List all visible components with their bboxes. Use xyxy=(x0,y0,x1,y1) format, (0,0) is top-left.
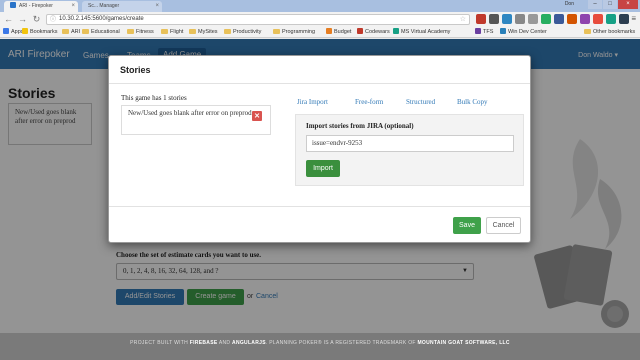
apps-icon xyxy=(3,28,9,34)
bookmark-folder[interactable]: MySites xyxy=(189,28,218,37)
modal-title: Stories xyxy=(120,65,151,75)
extension-icon[interactable] xyxy=(502,14,512,24)
tab-close-icon[interactable]: × xyxy=(71,1,75,12)
mountain-goat-link[interactable]: MOUNTAIN GOAT SOFTWARE, LLC xyxy=(417,340,509,346)
minimize-icon[interactable]: – xyxy=(588,0,602,9)
extension-icon[interactable] xyxy=(619,14,629,24)
bookmark-folder[interactable]: Flight xyxy=(161,28,183,37)
cancel-button[interactable]: Cancel xyxy=(486,217,521,234)
extension-icon[interactable] xyxy=(580,14,590,24)
extension-icon[interactable] xyxy=(554,14,564,24)
folder-icon xyxy=(62,29,69,34)
stories-modal: Stories This game has 1 stories New/Used… xyxy=(108,55,531,243)
folder-icon xyxy=(189,29,196,34)
bookmark-star-icon[interactable]: ☆ xyxy=(460,15,466,24)
import-button[interactable]: Import xyxy=(306,160,340,177)
site-icon xyxy=(357,28,363,34)
browser-tabstrip: ARI - Firepoker × Sc... Manager × Don – … xyxy=(0,0,640,12)
tab-bulk-copy[interactable]: Bulk Copy xyxy=(457,98,488,106)
browser-toolbar: ← → ↻ ⓘ 10.30.2.145:5600/games/create ☆ … xyxy=(0,12,640,27)
delete-icon[interactable]: ✕ xyxy=(252,111,262,121)
bookmark-folder[interactable]: Programming xyxy=(273,28,315,37)
extension-icon[interactable] xyxy=(541,14,551,24)
story-count: This game has 1 stories xyxy=(121,94,187,102)
firebase-link[interactable]: FIREBASE xyxy=(190,340,218,346)
jira-import-label: Import stories from JIRA (optional) xyxy=(306,122,414,130)
url-text: 10.30.2.145:5600/games/create xyxy=(59,16,144,22)
site-icon xyxy=(500,28,506,34)
tab-jira-import[interactable]: Jira Import xyxy=(297,98,328,106)
extension-icon[interactable] xyxy=(593,14,603,24)
page-info-icon[interactable]: ⓘ xyxy=(50,16,56,25)
address-bar[interactable]: ⓘ 10.30.2.145:5600/games/create ☆ xyxy=(46,14,470,25)
bookmark-bookmarks[interactable]: Bookmarks xyxy=(22,28,58,37)
window-close-icon[interactable]: × xyxy=(618,0,638,9)
folder-icon xyxy=(273,29,280,34)
browser-tab-active[interactable]: ARI - Firepoker × xyxy=(4,1,78,12)
tab-close-icon[interactable]: × xyxy=(155,1,159,12)
folder-icon xyxy=(584,29,591,34)
footer-text: PROJECT BUILT WITH xyxy=(130,340,190,346)
bookmark-folder[interactable]: Educational xyxy=(82,28,120,37)
bookmark-folder[interactable]: Fitness xyxy=(127,28,154,37)
window-user[interactable]: Don xyxy=(565,1,574,7)
folder-icon xyxy=(127,29,134,34)
bookmark-site[interactable]: MS Virtual Academy xyxy=(393,28,450,37)
site-icon xyxy=(326,28,332,34)
folder-icon xyxy=(82,29,89,34)
footer-text: . PLANNING POKER® IS A REGISTERED TRADEM… xyxy=(265,340,418,346)
page-footer: PROJECT BUILT WITH FIREBASE AND ANGULARJ… xyxy=(0,333,640,360)
bookmark-folder[interactable]: Productivity xyxy=(224,28,261,37)
bookmark-site[interactable]: TFS xyxy=(475,28,493,37)
jira-query-input[interactable]: issue=endvr-9253 xyxy=(306,135,514,152)
bookmark-folder[interactable]: ARI xyxy=(62,28,80,37)
site-icon xyxy=(475,28,481,34)
site-icon xyxy=(393,28,399,34)
extension-icons xyxy=(476,14,629,24)
bookmarks-bar: Apps Bookmarks ARI Educational Fitness F… xyxy=(0,27,640,38)
extension-icon[interactable] xyxy=(606,14,616,24)
star-icon xyxy=(22,28,28,34)
tab-title: Sc... Manager xyxy=(88,3,120,9)
browser-tab[interactable]: Sc... Manager × xyxy=(82,1,162,12)
list-item[interactable]: New/Used goes blank after error on prepr… xyxy=(121,105,271,135)
back-icon[interactable]: ← xyxy=(3,14,14,25)
modal-header: Stories xyxy=(109,56,530,84)
reload-icon[interactable]: ↻ xyxy=(31,14,42,25)
angularjs-link[interactable]: ANGULARJS xyxy=(232,340,266,346)
browser-menu-icon[interactable]: ≡ xyxy=(631,14,636,23)
bookmark-site[interactable]: Budget xyxy=(326,28,351,37)
extension-icon[interactable] xyxy=(476,14,486,24)
window-controls: – □ × xyxy=(588,0,638,10)
tab-title: ARI - Firepoker xyxy=(19,3,53,9)
tab-favicon-icon xyxy=(10,2,16,8)
story-title: New/Used goes blank after error on prepr… xyxy=(128,109,252,117)
folder-icon xyxy=(161,29,168,34)
forward-icon[interactable]: → xyxy=(17,14,28,25)
tab-structured[interactable]: Structured xyxy=(406,98,435,106)
folder-icon xyxy=(224,29,231,34)
save-button[interactable]: Save xyxy=(453,217,481,234)
maximize-icon[interactable]: □ xyxy=(603,0,617,9)
footer-text: AND xyxy=(217,340,233,346)
extension-icon[interactable] xyxy=(515,14,525,24)
tab-free-form[interactable]: Free-form xyxy=(355,98,383,106)
bookmark-site[interactable]: Win Dev Center xyxy=(500,28,547,37)
modal-footer: Save Cancel xyxy=(109,206,530,242)
extension-icon[interactable] xyxy=(528,14,538,24)
bookmark-site[interactable]: Codewars xyxy=(357,28,390,37)
extension-icon[interactable] xyxy=(567,14,577,24)
extension-icon[interactable] xyxy=(489,14,499,24)
bookmark-folder[interactable]: Other bookmarks xyxy=(584,28,635,37)
jira-import-panel: Import stories from JIRA (optional) issu… xyxy=(295,114,524,186)
bookmark-apps[interactable]: Apps xyxy=(3,28,24,37)
